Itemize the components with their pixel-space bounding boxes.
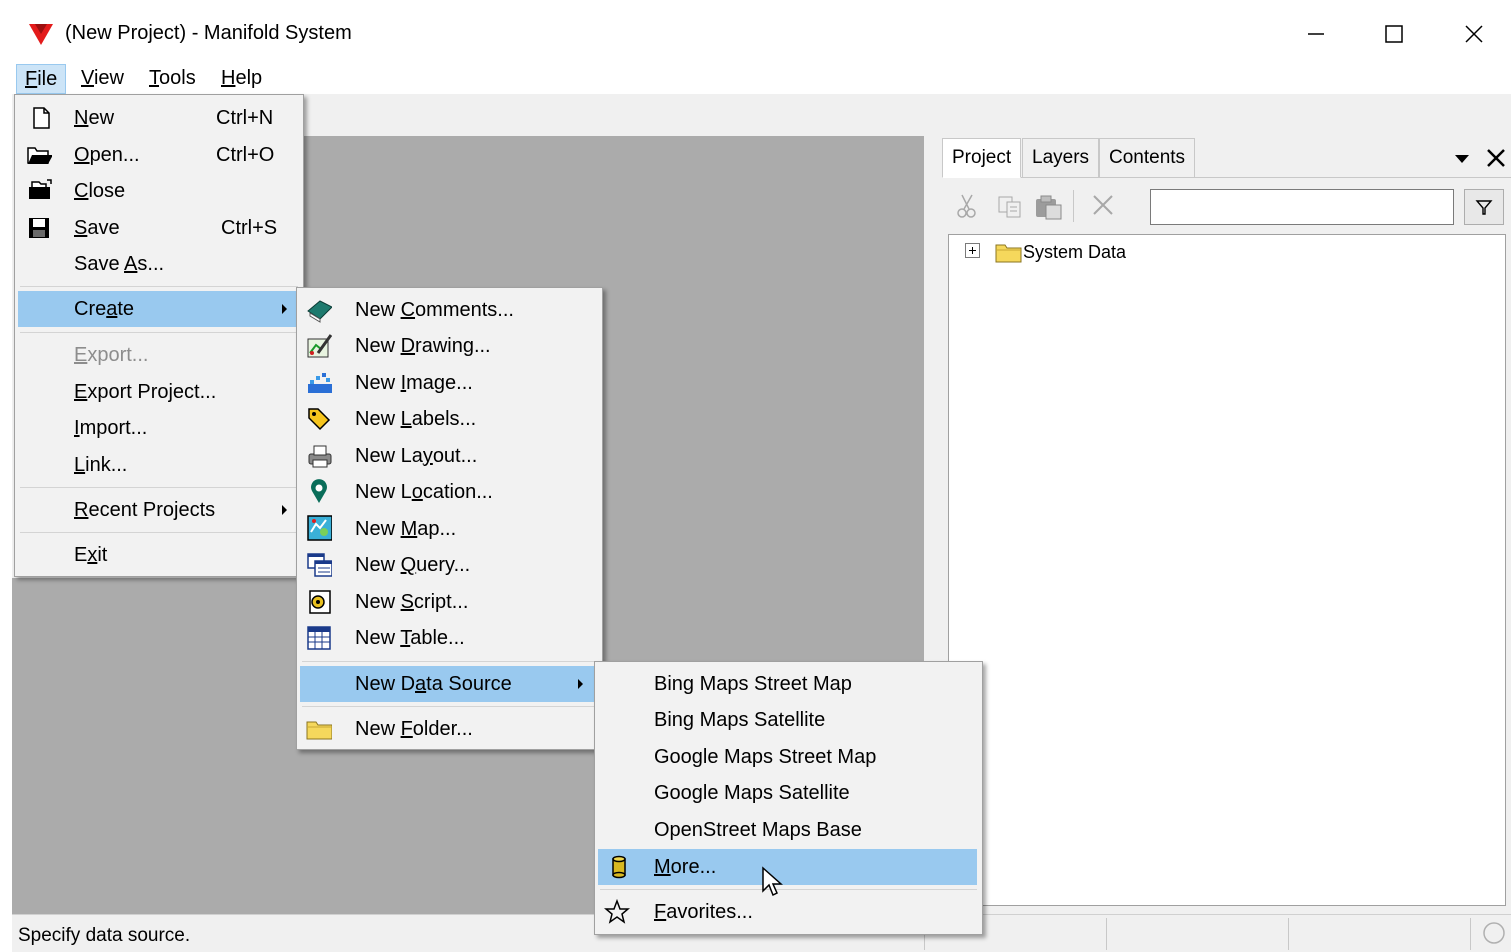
- new-file-icon: [28, 105, 54, 131]
- tab-layers[interactable]: Layers: [1022, 138, 1100, 178]
- status-separator: [1470, 918, 1471, 950]
- close-folder-icon: [26, 177, 52, 203]
- project-tree: [948, 234, 1506, 906]
- menu-separator: [302, 661, 597, 662]
- menu-item-bing-street[interactable]: Bing Maps Street Map: [596, 667, 981, 701]
- menu-separator: [600, 889, 977, 890]
- menu-separator: [20, 532, 298, 533]
- menu-item-new-query[interactable]: New Query...: [298, 548, 601, 582]
- maximize-icon: [1385, 25, 1403, 43]
- menu-item-openstreet[interactable]: OpenStreet Maps Base: [596, 813, 981, 847]
- menu-item-new-layout[interactable]: New Layout...: [298, 439, 601, 473]
- filter-icon: [1475, 200, 1493, 215]
- menu-view[interactable]: View: [73, 64, 132, 94]
- minimize-icon: [1308, 33, 1324, 35]
- menu-item-new-folder[interactable]: New Folder...: [298, 712, 601, 746]
- menu-item-export-project[interactable]: Export Project...: [16, 375, 302, 409]
- submenu-arrow-icon: [282, 505, 287, 515]
- table-icon: [306, 625, 332, 651]
- status-text: Specify data source.: [18, 925, 191, 946]
- status-separator: [1106, 918, 1107, 950]
- close-window-button[interactable]: [1444, 14, 1504, 54]
- tab-project[interactable]: Project: [942, 138, 1022, 178]
- image-icon: [306, 370, 332, 396]
- menu-item-save-as[interactable]: Save As...: [16, 247, 302, 281]
- status-separator: [1288, 918, 1289, 950]
- menu-separator: [20, 332, 298, 333]
- filter-button[interactable]: [1464, 189, 1504, 225]
- menu-item-link[interactable]: Link...: [16, 448, 302, 482]
- menu-item-google-satellite[interactable]: Google Maps Satellite: [596, 776, 981, 810]
- maximize-button[interactable]: [1364, 14, 1424, 54]
- menu-item-new-comments[interactable]: New Comments...: [298, 293, 601, 327]
- menu-separator: [20, 286, 298, 287]
- menu-item-new-data-source[interactable]: New Data Source: [300, 666, 597, 702]
- cut-icon[interactable]: [954, 192, 980, 226]
- database-icon: [606, 854, 632, 880]
- menu-item-new-drawing[interactable]: New Drawing...: [298, 329, 601, 363]
- workspace-background-left: [12, 578, 312, 914]
- menu-separator: [20, 487, 298, 488]
- shortcut-open: Ctrl+O: [216, 144, 275, 166]
- drawing-icon: [306, 333, 332, 359]
- menu-item-more[interactable]: More...: [598, 849, 977, 885]
- minimize-button[interactable]: [1286, 14, 1346, 54]
- menu-item-bing-satellite[interactable]: Bing Maps Satellite: [596, 703, 981, 737]
- shortcut-save: Ctrl+S: [221, 217, 278, 239]
- window-title: (New Project) - Manifold System: [65, 22, 352, 44]
- menu-item-recent-projects[interactable]: Recent Projects: [16, 493, 302, 527]
- open-folder-icon: [26, 142, 52, 168]
- folder-icon: [995, 240, 1023, 270]
- menu-item-save[interactable]: Save Ctrl+S: [16, 211, 302, 245]
- menu-item-close[interactable]: Close: [16, 174, 302, 208]
- comments-book-icon: [306, 297, 332, 323]
- menu-item-new-image[interactable]: New Image...: [298, 366, 601, 400]
- delete-icon[interactable]: [1090, 192, 1116, 224]
- folder-icon: [306, 716, 332, 742]
- menu-item-create[interactable]: Create: [18, 291, 298, 327]
- toolbar-separator: [1073, 190, 1074, 222]
- paste-icon[interactable]: [1034, 193, 1064, 227]
- menu-item-new-map[interactable]: New Map...: [298, 512, 601, 546]
- tab-contents[interactable]: Contents: [1099, 138, 1196, 178]
- location-pin-icon: [306, 479, 332, 505]
- copy-icon[interactable]: [996, 194, 1024, 226]
- status-indicator-icon: [1481, 920, 1507, 952]
- expand-icon[interactable]: [965, 243, 980, 258]
- map-icon: [306, 515, 332, 541]
- menu-item-open[interactable]: Open... Ctrl+O: [16, 138, 302, 172]
- panel-close-icon[interactable]: [1484, 146, 1508, 176]
- menu-item-exit[interactable]: Exit: [16, 538, 302, 572]
- save-disk-icon: [26, 215, 52, 241]
- menu-file[interactable]: File: [16, 64, 67, 94]
- menu-item-google-street[interactable]: Google Maps Street Map: [596, 740, 981, 774]
- query-icon: [306, 552, 332, 578]
- menu-item-import[interactable]: Import...: [16, 411, 302, 445]
- menu-item-new-table[interactable]: New Table...: [298, 621, 601, 655]
- menu-tools[interactable]: Tools: [141, 64, 204, 94]
- submenu-arrow-icon: [578, 679, 583, 689]
- layout-printer-icon: [306, 443, 332, 469]
- menu-item-new-labels[interactable]: New Labels...: [298, 402, 601, 436]
- shortcut-new: Ctrl+N: [216, 107, 274, 129]
- panel-dropdown-icon[interactable]: [1452, 150, 1472, 173]
- menu-item-new-location[interactable]: New Location...: [298, 475, 601, 509]
- menu-item-new[interactable]: New Ctrl+N: [16, 101, 302, 135]
- label-tag-icon: [306, 406, 332, 432]
- tree-item-system-data[interactable]: System Data: [1023, 242, 1126, 263]
- script-gear-icon: [306, 589, 332, 615]
- menu-item-favorites[interactable]: Favorites...: [596, 895, 981, 929]
- menu-item-new-script[interactable]: New Script...: [298, 585, 601, 619]
- menu-item-export[interactable]: Export...: [16, 338, 302, 372]
- menu-help[interactable]: Help: [213, 64, 270, 94]
- star-icon: [604, 899, 630, 925]
- manifold-logo-icon[interactable]: [28, 22, 54, 46]
- close-icon: [1465, 25, 1483, 43]
- submenu-arrow-icon: [282, 304, 287, 314]
- menu-separator: [302, 706, 597, 707]
- panel-filter-input[interactable]: [1150, 189, 1454, 225]
- mouse-cursor-icon: [761, 866, 785, 906]
